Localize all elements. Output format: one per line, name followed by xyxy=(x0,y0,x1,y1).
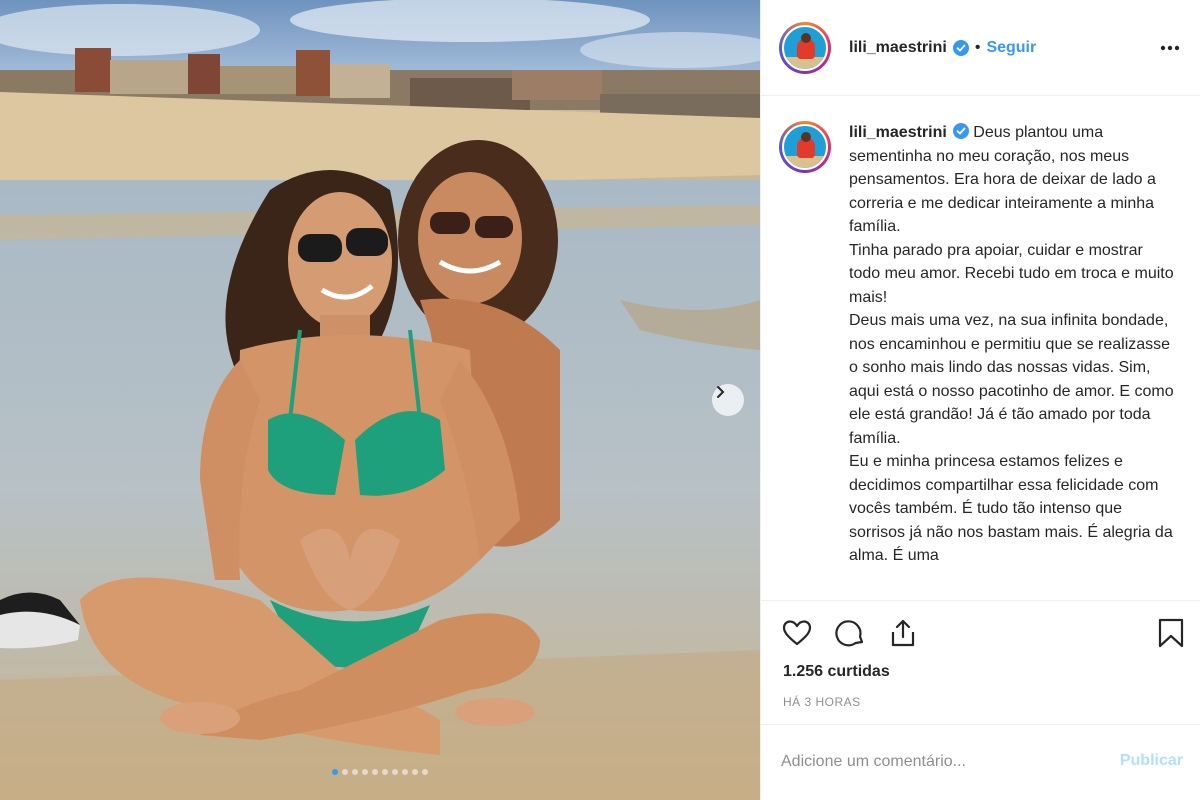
bookmark-icon xyxy=(1158,618,1184,648)
chevron-right-icon xyxy=(717,386,725,398)
verified-badge-icon xyxy=(952,123,969,139)
more-options-icon[interactable] xyxy=(1158,36,1182,60)
carousel-dot xyxy=(352,769,358,775)
carousel-dot xyxy=(362,769,368,775)
carousel-dot xyxy=(402,769,408,775)
caption-avatar[interactable] xyxy=(779,121,831,173)
comment-input[interactable] xyxy=(781,747,1101,777)
carousel-dot xyxy=(382,769,388,775)
username-link[interactable]: lili_maestrini xyxy=(849,39,947,57)
comment-button[interactable] xyxy=(833,615,869,651)
carousel-dot xyxy=(332,769,338,775)
carousel-dot xyxy=(372,769,378,775)
share-icon xyxy=(891,619,915,647)
share-button[interactable] xyxy=(885,615,921,651)
follow-separator: • xyxy=(974,38,981,56)
beach-photo xyxy=(0,0,760,800)
verified-badge-icon xyxy=(952,39,969,56)
post-header: lili_maestrini • Seguir xyxy=(761,0,1200,96)
carousel-dot xyxy=(342,769,348,775)
like-count[interactable]: 1.256 curtidas xyxy=(783,663,890,681)
follow-button[interactable]: Seguir xyxy=(986,39,1036,57)
carousel-dot xyxy=(412,769,418,775)
caption-text: Deus plantou uma sementinha no meu coraç… xyxy=(849,124,1174,564)
action-bar: 1.256 curtidas HÁ 3 HORAS xyxy=(761,600,1200,724)
like-button[interactable] xyxy=(779,615,815,651)
save-button[interactable] xyxy=(1153,615,1189,651)
comment-icon xyxy=(835,620,864,647)
carousel-dot xyxy=(422,769,428,775)
carousel-indicator xyxy=(0,769,760,775)
caption-section: lili_maestrini Deus plantou uma sementin… xyxy=(761,97,1200,599)
carousel-dot xyxy=(392,769,398,775)
post-side-panel: lili_maestrini • Seguir lili_maestrini D… xyxy=(760,0,1200,800)
heart-icon xyxy=(782,620,812,646)
next-photo-button[interactable] xyxy=(712,384,744,416)
publish-button[interactable]: Publicar xyxy=(1120,752,1183,770)
post-timestamp: HÁ 3 HORAS xyxy=(783,695,861,709)
avatar[interactable] xyxy=(779,21,831,74)
comment-bar: Publicar xyxy=(761,724,1200,800)
post-photo[interactable] xyxy=(0,0,760,800)
caption-username[interactable]: lili_maestrini xyxy=(849,124,947,141)
